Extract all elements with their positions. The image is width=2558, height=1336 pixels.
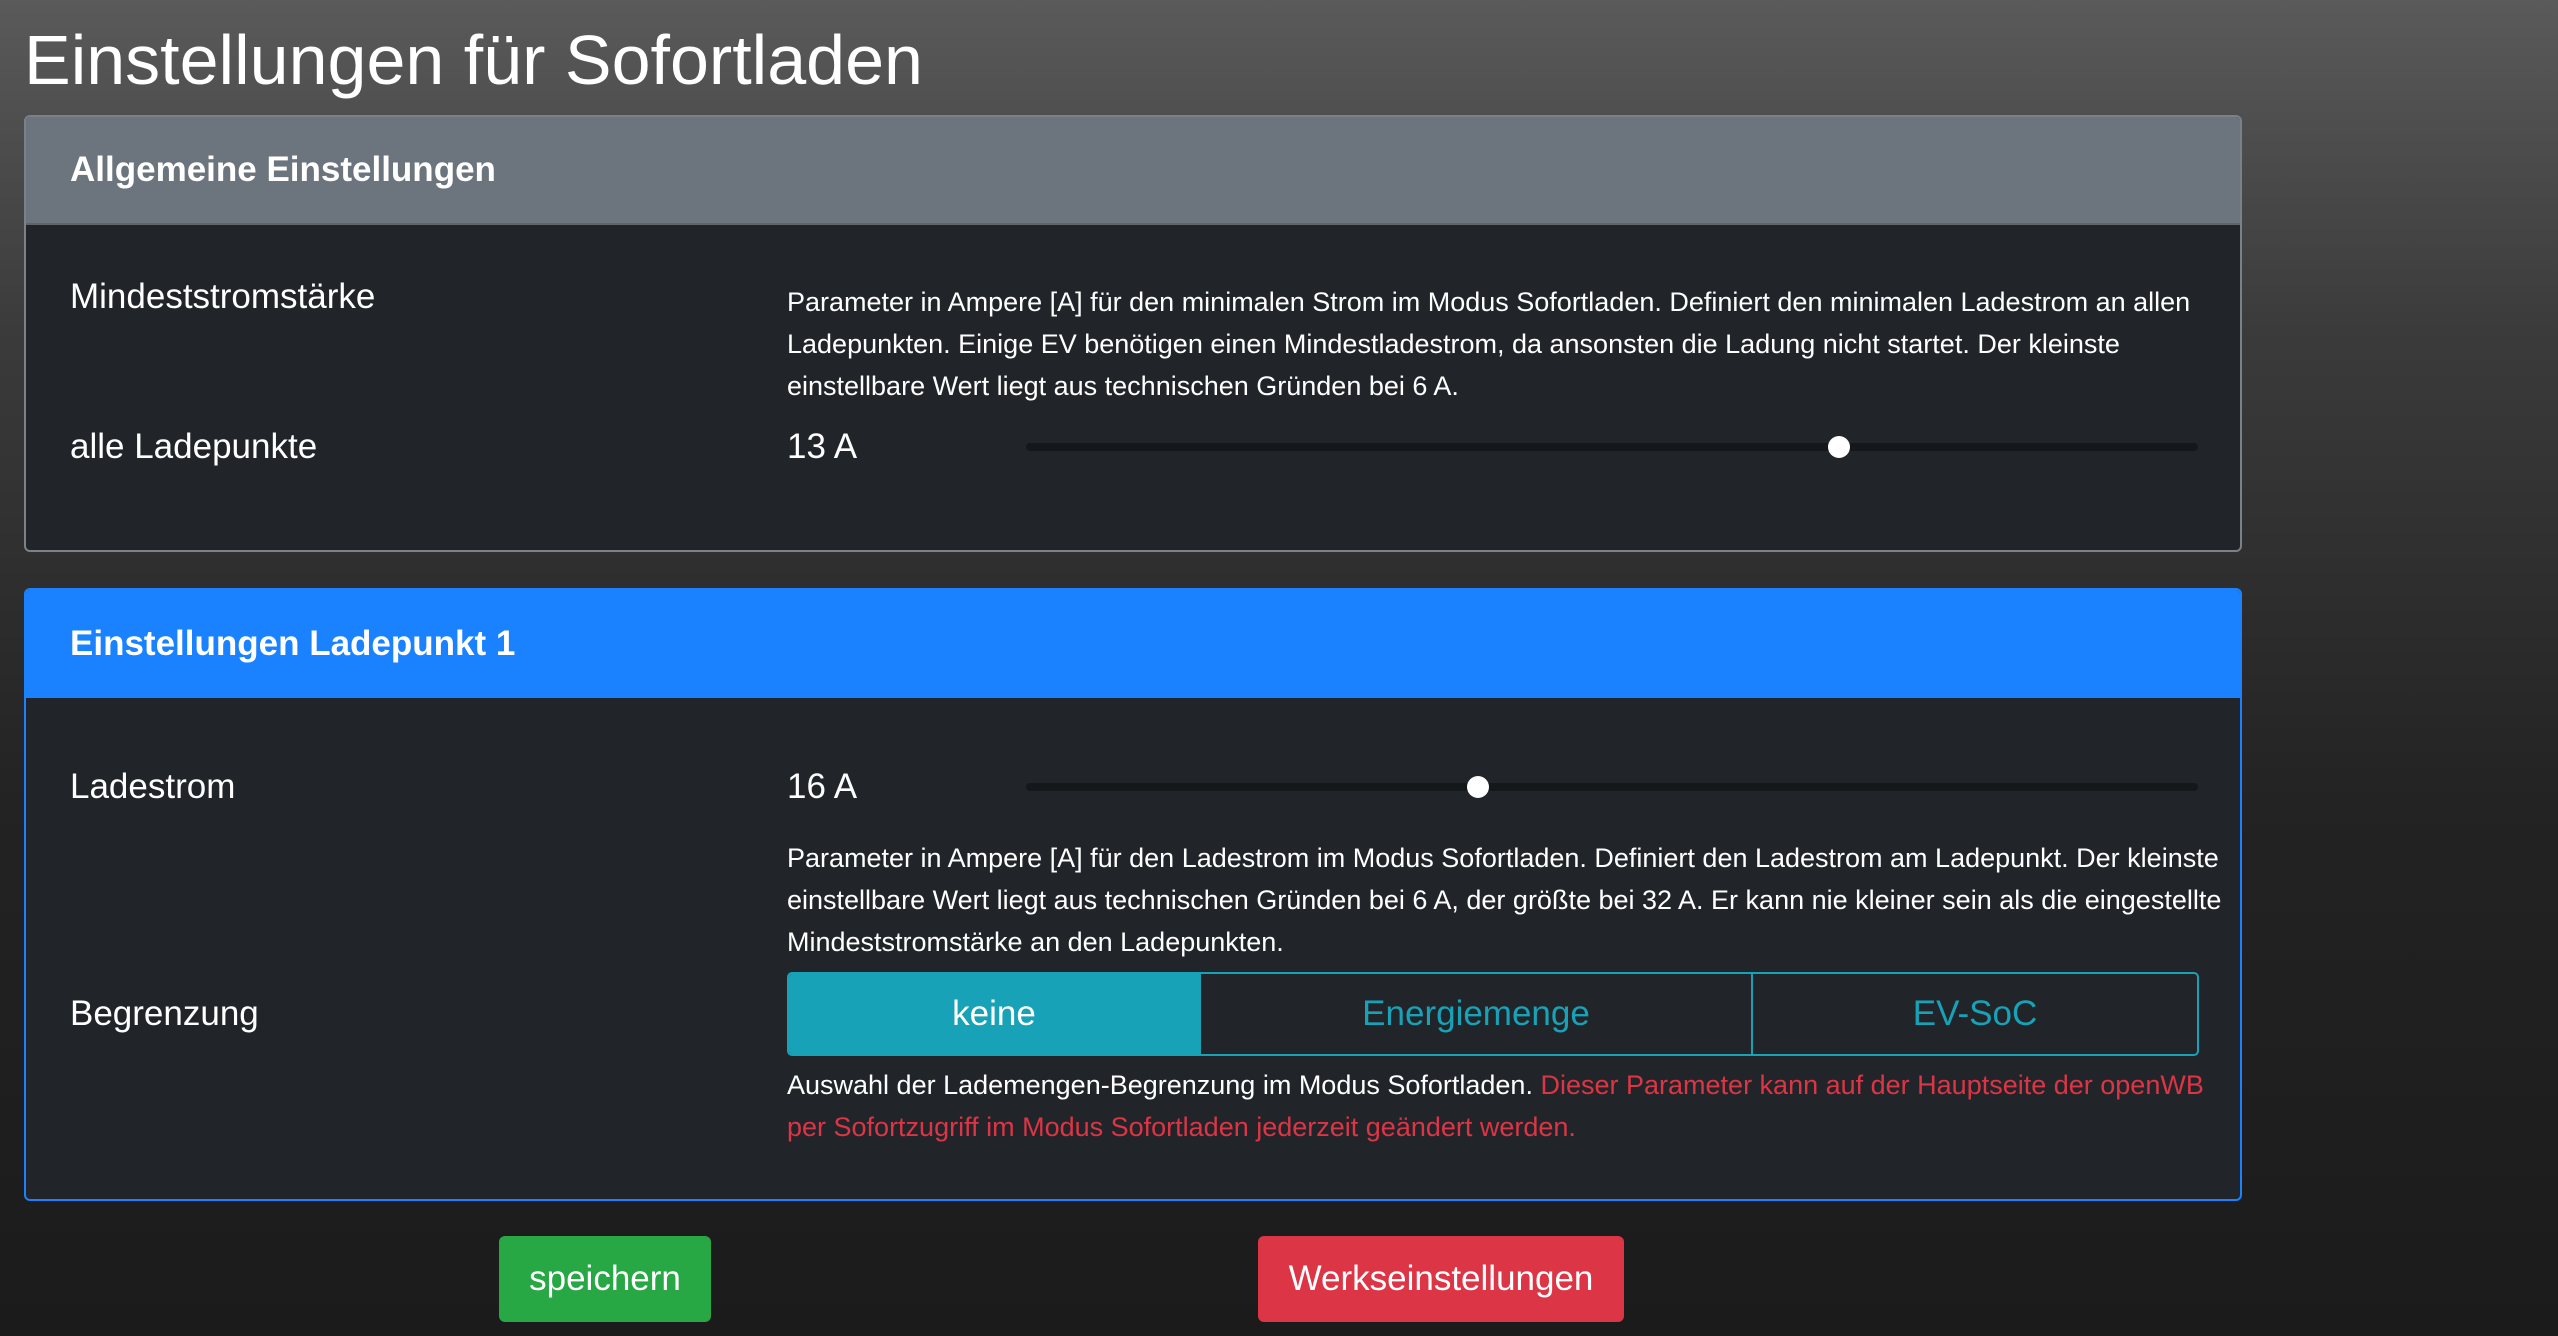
- charge-current-label: Ladestrom: [70, 767, 236, 806]
- page-title: Einstellungen für Sofortladen: [24, 21, 923, 99]
- limit-option-ev-soc[interactable]: EV-SoC: [1751, 974, 2197, 1054]
- min-current-label: Mindeststromstärke: [70, 277, 376, 316]
- slider-thumb[interactable]: [1467, 776, 1490, 798]
- lp1-settings-card: Einstellungen Ladepunkt 1 Ladestrom 16 A…: [24, 588, 2242, 1201]
- limit-help: Auswahl der Lademengen-Begrenzung im Mod…: [787, 1064, 2227, 1148]
- lp1-settings-header: Einstellungen Ladepunkt 1: [26, 590, 2240, 698]
- slider-thumb[interactable]: [1828, 436, 1851, 458]
- limit-option-keine[interactable]: keine: [789, 974, 1199, 1054]
- factory-reset-button[interactable]: Werkseinstellungen: [1258, 1236, 1624, 1322]
- limit-help-text: Auswahl der Lademengen-Begrenzung im Mod…: [787, 1070, 1533, 1100]
- limit-label: Begrenzung: [70, 994, 259, 1033]
- all-points-value: 13 A: [787, 427, 858, 466]
- charge-current-help: Parameter in Ampere [A] für den Ladestro…: [787, 843, 2222, 957]
- charge-current-value: 16 A: [787, 767, 858, 806]
- all-points-label: alle Ladepunkte: [70, 427, 318, 466]
- min-current-help: Parameter in Ampere [A] für den minimale…: [787, 287, 2191, 401]
- all-points-slider[interactable]: [1026, 436, 2198, 458]
- limit-button-group: keine Energiemenge EV-SoC: [787, 972, 2199, 1056]
- charge-current-slider[interactable]: [1026, 776, 2198, 798]
- general-settings-header: Allgemeine Einstellungen: [26, 117, 2240, 225]
- save-button[interactable]: speichern: [499, 1236, 711, 1322]
- limit-option-energiemenge[interactable]: Energiemenge: [1199, 974, 1751, 1054]
- general-settings-card: Allgemeine Einstellungen Mindeststromstä…: [24, 115, 2242, 552]
